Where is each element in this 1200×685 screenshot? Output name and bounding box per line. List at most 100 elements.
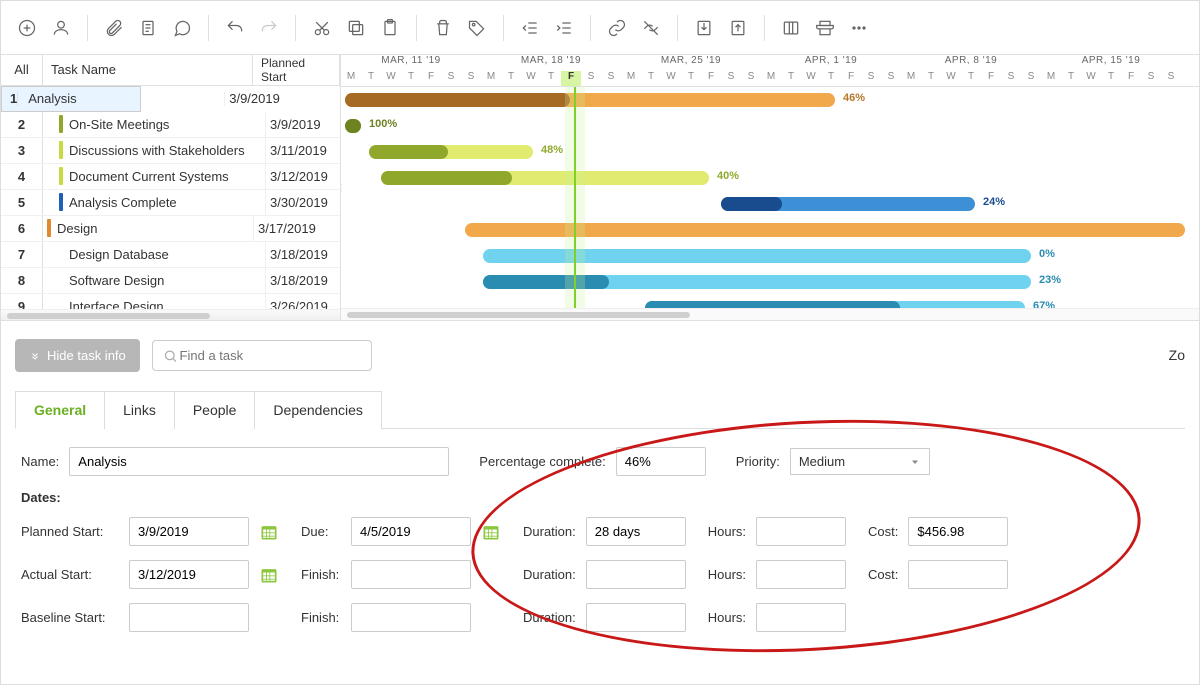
more-icon[interactable] — [845, 14, 873, 42]
row-index: 7 — [1, 242, 43, 267]
pane-resizer[interactable]: ⋮ — [341, 182, 344, 193]
cut-icon[interactable] — [308, 14, 336, 42]
table-row[interactable]: 5 Analysis Complete 3/30/2019 — [1, 190, 340, 216]
task-date: 3/11/2019 — [265, 138, 340, 163]
today-line — [574, 87, 576, 308]
baseline-start-label: Baseline Start: — [21, 610, 119, 625]
pct-field[interactable] — [616, 447, 706, 476]
duration3-field[interactable] — [586, 603, 686, 632]
dates-section-label: Dates: — [21, 490, 1179, 505]
cost-field[interactable] — [908, 517, 1008, 546]
task-name: Design — [57, 221, 253, 236]
gantt-bar[interactable]: 24% — [721, 197, 975, 211]
table-row[interactable]: 8 Software Design 3/18/2019 — [1, 268, 340, 294]
col-task-name[interactable]: Task Name — [43, 55, 253, 85]
hours2-field[interactable] — [756, 560, 846, 589]
calendar-icon[interactable] — [259, 565, 279, 585]
actual-start-field[interactable] — [129, 560, 249, 589]
actual-start-label: Actual Start: — [21, 567, 119, 582]
col-all[interactable]: All — [1, 55, 43, 85]
gantt-bar[interactable]: 40% — [381, 171, 709, 185]
task-date: 3/26/2019 — [265, 294, 340, 309]
paste-icon[interactable] — [376, 14, 404, 42]
tab-dependencies[interactable]: Dependencies — [254, 391, 382, 429]
table-row[interactable]: 6 Design 3/17/2019 — [1, 216, 340, 242]
table-row[interactable]: 2 On-Site Meetings 3/9/2019 — [1, 112, 340, 138]
table-row[interactable]: 9 Interface Design 3/26/2019 — [1, 294, 340, 309]
indent-icon[interactable] — [550, 14, 578, 42]
task-date: 3/9/2019 — [224, 92, 280, 106]
duration-label: Duration: — [523, 524, 576, 539]
gantt-bar[interactable]: 48% — [369, 145, 533, 159]
columns-icon[interactable] — [777, 14, 805, 42]
hours-field[interactable] — [756, 517, 846, 546]
cost-label: Cost: — [868, 524, 898, 539]
hours3-field[interactable] — [756, 603, 846, 632]
hide-task-info-label: Hide task info — [47, 348, 126, 363]
priority-label: Priority: — [736, 454, 780, 469]
duration3-label: Duration: — [523, 610, 576, 625]
task-date: 3/30/2019 — [265, 190, 340, 215]
table-row[interactable]: 4 Document Current Systems 3/12/2019 — [1, 164, 340, 190]
task-name: Analysis — [28, 91, 224, 106]
unlink-icon[interactable] — [637, 14, 665, 42]
tab-links[interactable]: Links — [104, 391, 175, 429]
baseline-start-field[interactable] — [129, 603, 249, 632]
task-grid: All Task Name Planned Start 1 Analysis 3… — [1, 55, 341, 320]
grid-header: All Task Name Planned Start — [1, 55, 340, 86]
row-index: 5 — [1, 190, 43, 215]
table-row[interactable]: 1 Analysis 3/9/2019 — [1, 86, 141, 112]
search-input[interactable] — [178, 347, 361, 364]
task-date: 3/18/2019 — [265, 242, 340, 267]
gantt-pct: 46% — [843, 92, 865, 104]
gantt-scrollbar[interactable] — [341, 308, 1199, 320]
priority-select[interactable]: Medium — [790, 448, 930, 475]
comment-icon[interactable] — [168, 14, 196, 42]
table-row[interactable]: 3 Discussions with Stakeholders 3/11/201… — [1, 138, 340, 164]
gantt-bar[interactable]: 46% — [345, 93, 835, 107]
gantt-pct: 23% — [1039, 274, 1061, 286]
duration2-field[interactable] — [586, 560, 686, 589]
table-row[interactable]: 7 Design Database 3/18/2019 — [1, 242, 340, 268]
calendar-icon[interactable] — [481, 522, 501, 542]
finish2-field[interactable] — [351, 603, 471, 632]
task-name: Interface Design — [69, 299, 265, 309]
copy-icon[interactable] — [342, 14, 370, 42]
search-task-field[interactable] — [152, 340, 372, 371]
hours-label: Hours: — [708, 524, 746, 539]
gantt-bar[interactable]: 100% — [345, 119, 361, 133]
gantt-pct: 24% — [983, 196, 1005, 208]
due-field[interactable] — [351, 517, 471, 546]
finish-field[interactable] — [351, 560, 471, 589]
task-detail-panel: Hide task info Zo General Links People D… — [1, 321, 1199, 684]
attach-icon[interactable] — [100, 14, 128, 42]
calendar-icon[interactable] — [259, 522, 279, 542]
duration-field[interactable] — [586, 517, 686, 546]
hide-task-info-button[interactable]: Hide task info — [15, 339, 140, 372]
note-icon[interactable] — [134, 14, 162, 42]
add-icon[interactable] — [13, 14, 41, 42]
zoom-label: Zo — [1169, 347, 1185, 363]
cost2-field[interactable] — [908, 560, 1008, 589]
undo-icon[interactable] — [221, 14, 249, 42]
name-field[interactable] — [69, 447, 449, 476]
user-icon[interactable] — [47, 14, 75, 42]
task-name: Document Current Systems — [69, 169, 265, 184]
link-icon[interactable] — [603, 14, 631, 42]
row-index: 9 — [1, 294, 43, 309]
print-icon[interactable] — [811, 14, 839, 42]
col-planned-start[interactable]: Planned Start — [253, 55, 340, 85]
tab-general[interactable]: General — [15, 391, 105, 429]
hours2-label: Hours: — [708, 567, 746, 582]
outdent-icon[interactable] — [516, 14, 544, 42]
tab-people[interactable]: People — [174, 391, 256, 429]
import-icon[interactable] — [690, 14, 718, 42]
gantt-pct: 0% — [1039, 248, 1055, 260]
export-icon[interactable] — [724, 14, 752, 42]
grid-scrollbar[interactable] — [1, 309, 340, 320]
delete-icon[interactable] — [429, 14, 457, 42]
tag-icon[interactable] — [463, 14, 491, 42]
redo-icon[interactable] — [255, 14, 283, 42]
planned-start-field[interactable] — [129, 517, 249, 546]
toolbar — [1, 1, 1199, 55]
